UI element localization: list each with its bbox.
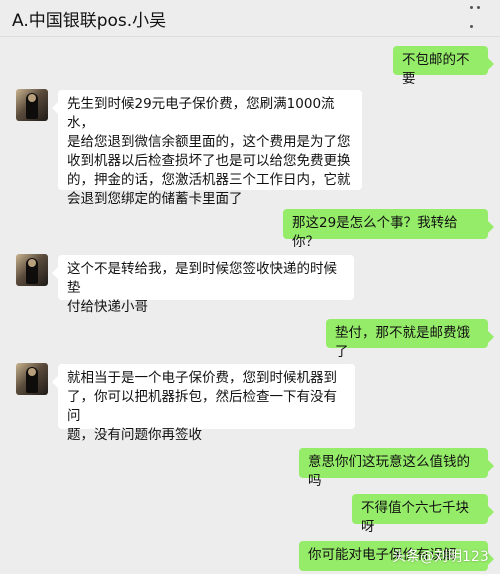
chat-title: A.中国银联pos.小吴 <box>12 11 167 31</box>
contact-avatar[interactable] <box>16 254 48 286</box>
message-bubble-outgoing[interactable]: 不包邮的不要 <box>393 46 494 87</box>
message-bubble-incoming[interactable]: 这个不是转给我，是到时候您签收快递的时候垫 付给快递小哥 <box>52 255 354 315</box>
contact-avatar[interactable] <box>16 89 48 121</box>
message-bubble-outgoing[interactable]: 意思你们这玩意这么值钱的吗 <box>299 448 494 489</box>
contact-avatar[interactable] <box>16 363 48 395</box>
chat-header: A.中国银联pos.小吴 <box>0 0 500 37</box>
more-options-icon[interactable] <box>468 0 488 28</box>
message-bubble-outgoing[interactable]: 垫付，那不就是邮费饿了 <box>326 319 494 360</box>
message-bubble-outgoing[interactable]: 不得值个六七千块呀 <box>352 494 494 535</box>
message-bubble-incoming[interactable]: 就相当于是一个电子保价费，您到时候机器到 了，你可以把机器拆包，然后检查一下有没… <box>52 364 355 443</box>
message-bubble-outgoing[interactable]: 那这29是怎么个事？我转给你？ <box>283 209 494 250</box>
message-bubble-incoming[interactable]: 先生到时候29元电子保价费，您刷满1000流水， 是给您退到微信余额里面的，这个… <box>52 90 362 207</box>
watermark: 头条@刘明123 <box>392 549 489 565</box>
